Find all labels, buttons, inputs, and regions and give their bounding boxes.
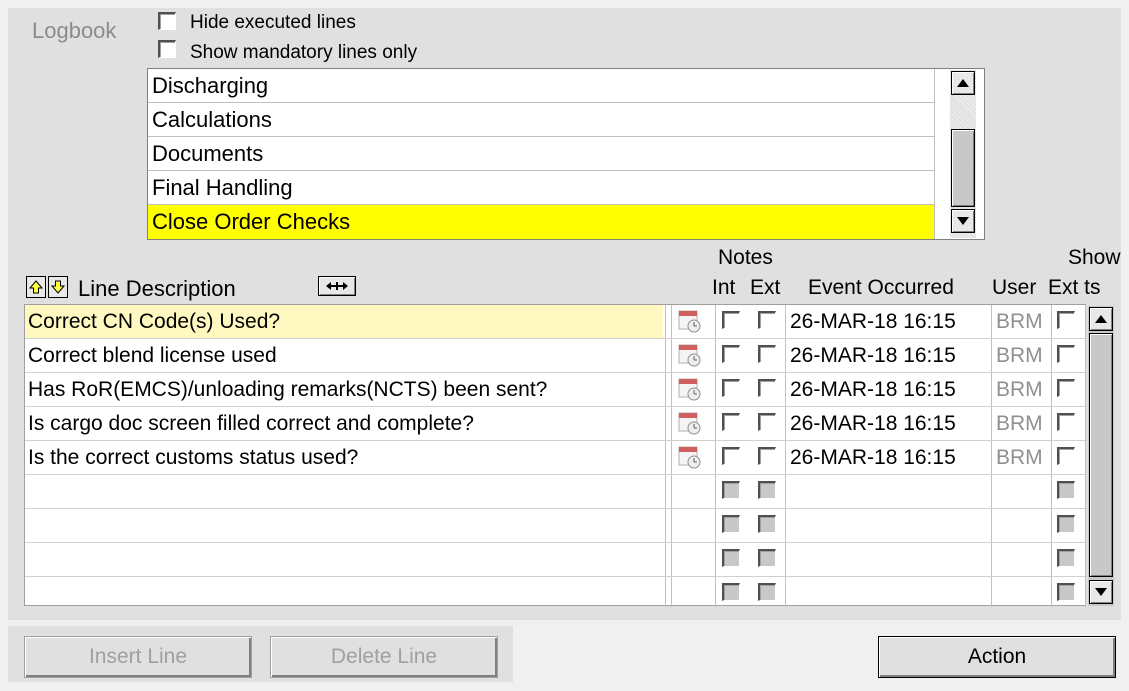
section-list[interactable]: Discharging Calculations Documents Final… <box>147 68 985 240</box>
calendar-clock-icon[interactable] <box>678 444 702 470</box>
show-ext-ts-checkbox <box>1057 583 1075 601</box>
user-header: User <box>992 276 1037 299</box>
ext-notes-checkbox[interactable] <box>758 413 776 431</box>
calendar-clock-icon[interactable] <box>678 376 702 402</box>
ext-notes-checkbox[interactable] <box>758 311 776 329</box>
event-occurred[interactable]: 26-MAR-18 16:15 <box>790 339 956 372</box>
ext-notes-checkbox <box>758 515 776 533</box>
ext-notes-checkbox <box>758 481 776 499</box>
delete-line-button[interactable]: Delete Line <box>270 636 498 678</box>
section-item[interactable]: Discharging <box>148 69 934 103</box>
event-occurred-header: Event Occurred <box>808 276 954 299</box>
line-description[interactable]: Has RoR(EMCS)/unloading remarks(NCTS) be… <box>25 373 663 406</box>
table-row[interactable]: Is the correct customs status used? 26-M… <box>25 441 1087 475</box>
expand-columns-icon[interactable] <box>318 276 356 296</box>
ext-notes-checkbox[interactable] <box>758 447 776 465</box>
logbook-label: Logbook <box>32 18 117 43</box>
show-ext-ts-checkbox[interactable] <box>1057 311 1075 329</box>
empty-row[interactable] <box>25 475 1087 509</box>
notes-header: Notes <box>718 246 773 269</box>
int-notes-checkbox <box>722 515 740 533</box>
show-ext-ts-checkbox <box>1057 549 1075 567</box>
int-notes-checkbox[interactable] <box>722 447 740 465</box>
mandatory-only-label: Show mandatory lines only <box>190 42 418 63</box>
user: BRM <box>996 344 1043 367</box>
insert-line-button[interactable]: Insert Line <box>24 636 252 678</box>
table-row[interactable]: Is cargo doc screen filled correct and c… <box>25 407 1087 441</box>
line-description[interactable]: Correct blend license used <box>25 339 663 372</box>
show-ext-ts-checkbox <box>1057 515 1075 533</box>
line-description[interactable]: Is the correct customs status used? <box>25 441 663 474</box>
int-notes-checkbox[interactable] <box>722 345 740 363</box>
int-notes-checkbox <box>722 583 740 601</box>
scroll-up-icon[interactable] <box>951 71 975 95</box>
show-ext-ts-checkbox[interactable] <box>1057 379 1075 397</box>
empty-row[interactable] <box>25 577 1087 611</box>
user: BRM <box>996 310 1043 333</box>
int-notes-checkbox <box>722 481 740 499</box>
mandatory-only-checkbox[interactable] <box>158 40 176 58</box>
event-occurred[interactable]: 26-MAR-18 16:15 <box>790 373 956 406</box>
scroll-down-icon[interactable] <box>951 209 975 233</box>
show-ext-ts-checkbox <box>1057 481 1075 499</box>
calendar-clock-icon[interactable] <box>678 308 702 334</box>
table-row[interactable]: Correct CN Code(s) Used? 26-MAR-18 16:15… <box>25 305 1087 339</box>
move-up-icon[interactable] <box>26 276 46 298</box>
int-notes-checkbox[interactable] <box>722 311 740 329</box>
user: BRM <box>996 446 1043 469</box>
int-notes-checkbox <box>722 549 740 567</box>
grid-scroll-thumb[interactable] <box>1089 333 1113 577</box>
section-item[interactable]: Final Handling <box>148 171 934 205</box>
ext-notes-checkbox <box>758 583 776 601</box>
section-item[interactable]: Documents <box>148 137 934 171</box>
grid-scroll-up-icon[interactable] <box>1089 307 1113 331</box>
action-button[interactable]: Action <box>878 636 1116 678</box>
event-occurred[interactable]: 26-MAR-18 16:15 <box>790 407 956 440</box>
event-occurred[interactable]: 26-MAR-18 16:15 <box>790 305 956 338</box>
empty-row[interactable] <box>25 543 1087 577</box>
ext-ts-header: Ext ts <box>1048 276 1101 299</box>
section-scroll-thumb[interactable] <box>951 129 975 207</box>
hide-executed-label: Hide executed lines <box>190 12 356 33</box>
hide-executed-checkbox[interactable] <box>158 12 176 30</box>
show-header: Show <box>1068 246 1121 269</box>
line-description[interactable]: Is cargo doc screen filled correct and c… <box>25 407 663 440</box>
table-row[interactable]: Correct blend license used 26-MAR-18 16:… <box>25 339 1087 373</box>
int-header: Int <box>712 276 736 299</box>
ext-notes-checkbox[interactable] <box>758 345 776 363</box>
ext-notes-checkbox[interactable] <box>758 379 776 397</box>
empty-row[interactable] <box>25 509 1087 543</box>
logbook-lines-grid: Correct CN Code(s) Used? 26-MAR-18 16:15… <box>24 304 1087 607</box>
section-item[interactable]: Calculations <box>148 103 934 137</box>
line-description-header: Line Description <box>78 276 236 301</box>
user: BRM <box>996 412 1043 435</box>
calendar-clock-icon[interactable] <box>678 342 702 368</box>
ext-header: Ext <box>750 276 781 299</box>
show-ext-ts-checkbox[interactable] <box>1057 345 1075 363</box>
event-occurred[interactable]: 26-MAR-18 16:15 <box>790 441 956 474</box>
show-ext-ts-checkbox[interactable] <box>1057 413 1075 431</box>
int-notes-checkbox[interactable] <box>722 379 740 397</box>
show-ext-ts-checkbox[interactable] <box>1057 447 1075 465</box>
section-item-selected[interactable]: Close Order Checks <box>148 205 934 239</box>
line-description[interactable]: Correct CN Code(s) Used? <box>25 305 663 338</box>
int-notes-checkbox[interactable] <box>722 413 740 431</box>
table-row[interactable]: Has RoR(EMCS)/unloading remarks(NCTS) be… <box>25 373 1087 407</box>
user: BRM <box>996 378 1043 401</box>
move-down-icon[interactable] <box>48 276 68 298</box>
calendar-clock-icon[interactable] <box>678 410 702 436</box>
ext-notes-checkbox <box>758 549 776 567</box>
grid-scroll-down-icon[interactable] <box>1089 580 1113 604</box>
